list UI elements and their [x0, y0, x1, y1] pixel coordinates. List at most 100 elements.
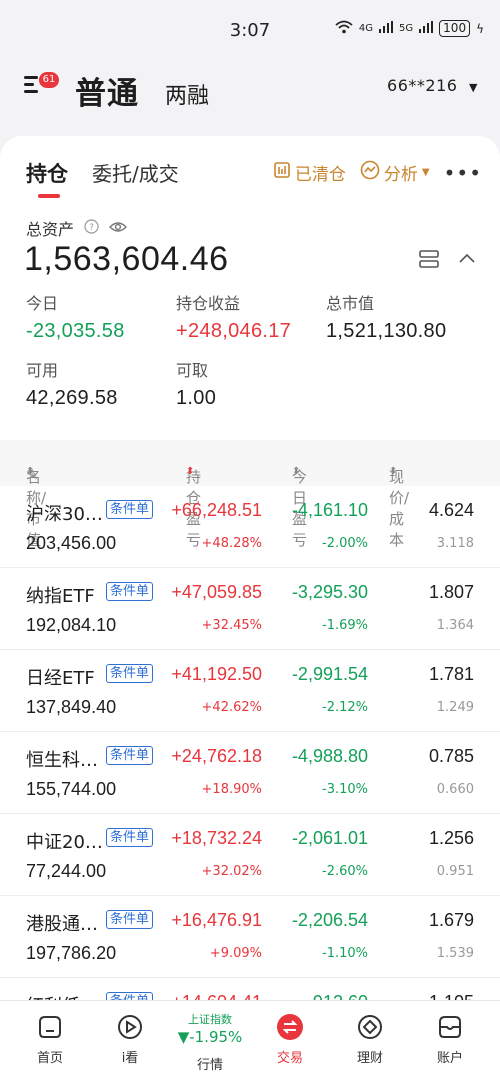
conditional-order-tag[interactable]: 条件单 [106, 582, 154, 601]
sort-icon: ⬍ [389, 466, 398, 477]
today-pl-metric: 今日 -23,035.58 [26, 290, 125, 343]
table-row[interactable]: 纳指ETF 条件单 192,084.10 +47,059.85 +32.45% … [0, 568, 500, 650]
current-price: 1.256 [428, 828, 474, 848]
nav-trade[interactable]: 交易 [260, 1013, 320, 1066]
conditional-order-tag[interactable]: 条件单 [106, 746, 154, 765]
table-row[interactable]: 沪深300ETF 条件单 203,456.00 +66,248.51 +48.2… [0, 486, 500, 568]
caret-down-icon: ▼ [421, 167, 430, 178]
holding-pl: +24,762.18 [171, 746, 262, 766]
margin-account-tab[interactable]: 两融 [165, 78, 209, 110]
market-value: 155,744.00 [26, 779, 117, 799]
cleared-positions-button[interactable]: 已清仓 [273, 160, 346, 185]
table-row[interactable]: 港股通医药ETF 条件单 197,786.20 +16,476.91 +9.09… [0, 896, 500, 978]
security-name: 纳指ETF [26, 586, 95, 607]
total-assets-label: 总资产 [26, 220, 75, 239]
network-label-2: 5G [399, 23, 414, 34]
withdrawable-label: 可取 [176, 361, 209, 380]
nav-account[interactable]: 账户 [420, 1013, 480, 1066]
conditional-order-tag[interactable]: 条件单 [106, 828, 154, 847]
table-row[interactable]: 恒生科技ETF 条件单 155,744.00 +24,762.18 +18.90… [0, 732, 500, 814]
account-selector[interactable]: 66**216 ▼ [387, 76, 478, 95]
nav-home[interactable]: 首页 [20, 1013, 80, 1066]
eye-icon[interactable] [109, 219, 128, 238]
sort-desc-icon: ⬍ [186, 466, 195, 477]
table-row[interactable]: 红利低波ETF 条件单 +14,604.41 -912.60 1.105 [0, 978, 500, 1000]
account-id: 66**216 [387, 76, 458, 95]
holding-pl-pct: +9.09% [209, 946, 262, 961]
withdrawable-value: 1.00 [176, 387, 217, 409]
available-value: 42,269.58 [26, 387, 118, 409]
conditional-order-tag[interactable]: 条件单 [106, 664, 154, 683]
security-name: 中证2000ETF [26, 832, 106, 853]
cost-price: 3.118 [436, 536, 474, 551]
caret-down-icon: ▼ [469, 81, 478, 94]
holding-pl: +47,059.85 [171, 582, 262, 602]
current-price: 1.807 [428, 582, 474, 602]
tab-positions[interactable]: 持仓 [26, 158, 68, 198]
analysis-button[interactable]: 分析 ▼ [360, 160, 430, 185]
withdrawable-metric: 可取 1.00 [176, 357, 216, 410]
asset-summary-card: 持仓 委托/成交 已清仓 分析 ▼ ••• 总资产 ? 1,563,604.46 [0, 136, 500, 440]
today-pl-pct: -2.60% [322, 864, 368, 879]
home-icon [36, 1013, 64, 1041]
wallet-icon [436, 1013, 464, 1041]
holding-pl: +16,476.91 [171, 910, 262, 930]
today-pl: -4,988.80 [291, 746, 368, 766]
current-price: 1.679 [428, 910, 474, 930]
today-pl: -4,161.10 [291, 500, 368, 520]
account-type-label[interactable]: 普通 [75, 68, 139, 113]
holding-pl: +14,604.41 [171, 992, 262, 1000]
tab-orders[interactable]: 委托/成交 [92, 158, 179, 187]
holding-pl: +66,248.51 [171, 500, 262, 520]
today-pl: -2,206.54 [291, 910, 368, 930]
today-pl-pct: -1.10% [322, 946, 368, 961]
total-assets-value: 1,563,604.46 [24, 240, 229, 278]
bottom-nav: 首页 i看 上证指数 ▼-1.95% 行情 交易 理财 账户 [0, 1000, 500, 1076]
current-price: 1.105 [429, 992, 474, 1000]
holdings-table: ✎ 名称/市值 ⬍ 持仓盈亏 ⬍ 今日盈亏 ⬍ 现价/成本 ⬍ 沪深300ETF… [0, 440, 500, 1000]
table-row[interactable]: 日经ETF 条件单 137,849.40 +41,192.50 +42.62% … [0, 650, 500, 732]
cost-price: 1.249 [436, 700, 474, 715]
nav-account-label: 账户 [436, 1051, 463, 1066]
current-price: 0.785 [428, 746, 474, 766]
conditional-order-tag[interactable]: 条件单 [106, 500, 154, 519]
layout-toggle-icon[interactable] [418, 248, 440, 270]
holding-pl-value: +248,046.17 [176, 320, 292, 342]
security-name: 港股通医药ETF [26, 914, 106, 935]
chevron-up-icon[interactable] [458, 250, 476, 268]
finance-icon [356, 1013, 384, 1041]
help-icon[interactable]: ? [84, 218, 99, 238]
today-pl: -3,295.30 [291, 582, 368, 602]
conditional-order-tag[interactable]: 条件单 [106, 910, 154, 929]
nav-market-label: 行情 [196, 1058, 223, 1073]
holding-pl-label: 持仓收益 [176, 294, 241, 313]
more-icon[interactable]: ••• [444, 161, 482, 185]
signal-icon [419, 21, 434, 36]
battery-level: 100 [439, 20, 471, 37]
cost-price: 1.364 [436, 618, 474, 633]
available-label: 可用 [26, 361, 59, 380]
analysis-icon [360, 160, 380, 185]
nav-watch[interactable]: i看 [100, 1013, 160, 1066]
notification-badge: 61 [39, 72, 59, 88]
status-bar: 3:07 4G 5G 100 ϟ [0, 0, 500, 58]
cost-price: 0.951 [436, 864, 474, 879]
wifi-icon [335, 20, 353, 37]
security-name: 日经ETF [26, 668, 95, 689]
index-name: 上证指数 [188, 1013, 232, 1026]
nav-market[interactable]: 上证指数 ▼-1.95% 行情 [170, 1011, 250, 1073]
signal-icon [379, 21, 394, 36]
market-value: 77,244.00 [26, 861, 107, 881]
today-pl-pct: -3.10% [322, 782, 368, 797]
table-header: ✎ 名称/市值 ⬍ 持仓盈亏 ⬍ 今日盈亏 ⬍ 现价/成本 ⬍ [0, 440, 500, 549]
table-row[interactable]: 中证2000ETF 条件单 77,244.00 +18,732.24 +32.0… [0, 814, 500, 896]
nav-finance[interactable]: 理财 [340, 1013, 400, 1066]
holding-pl-pct: +32.02% [201, 864, 262, 879]
conditional-order-tag[interactable]: 条件单 [106, 992, 154, 1000]
today-pl-value: -23,035.58 [26, 320, 125, 342]
trade-icon [276, 1013, 304, 1041]
today-pl-pct: -2.00% [322, 536, 368, 551]
sort-icon: ⬍ [292, 466, 301, 477]
play-icon [116, 1013, 144, 1041]
market-value: 203,456.00 [26, 533, 117, 553]
